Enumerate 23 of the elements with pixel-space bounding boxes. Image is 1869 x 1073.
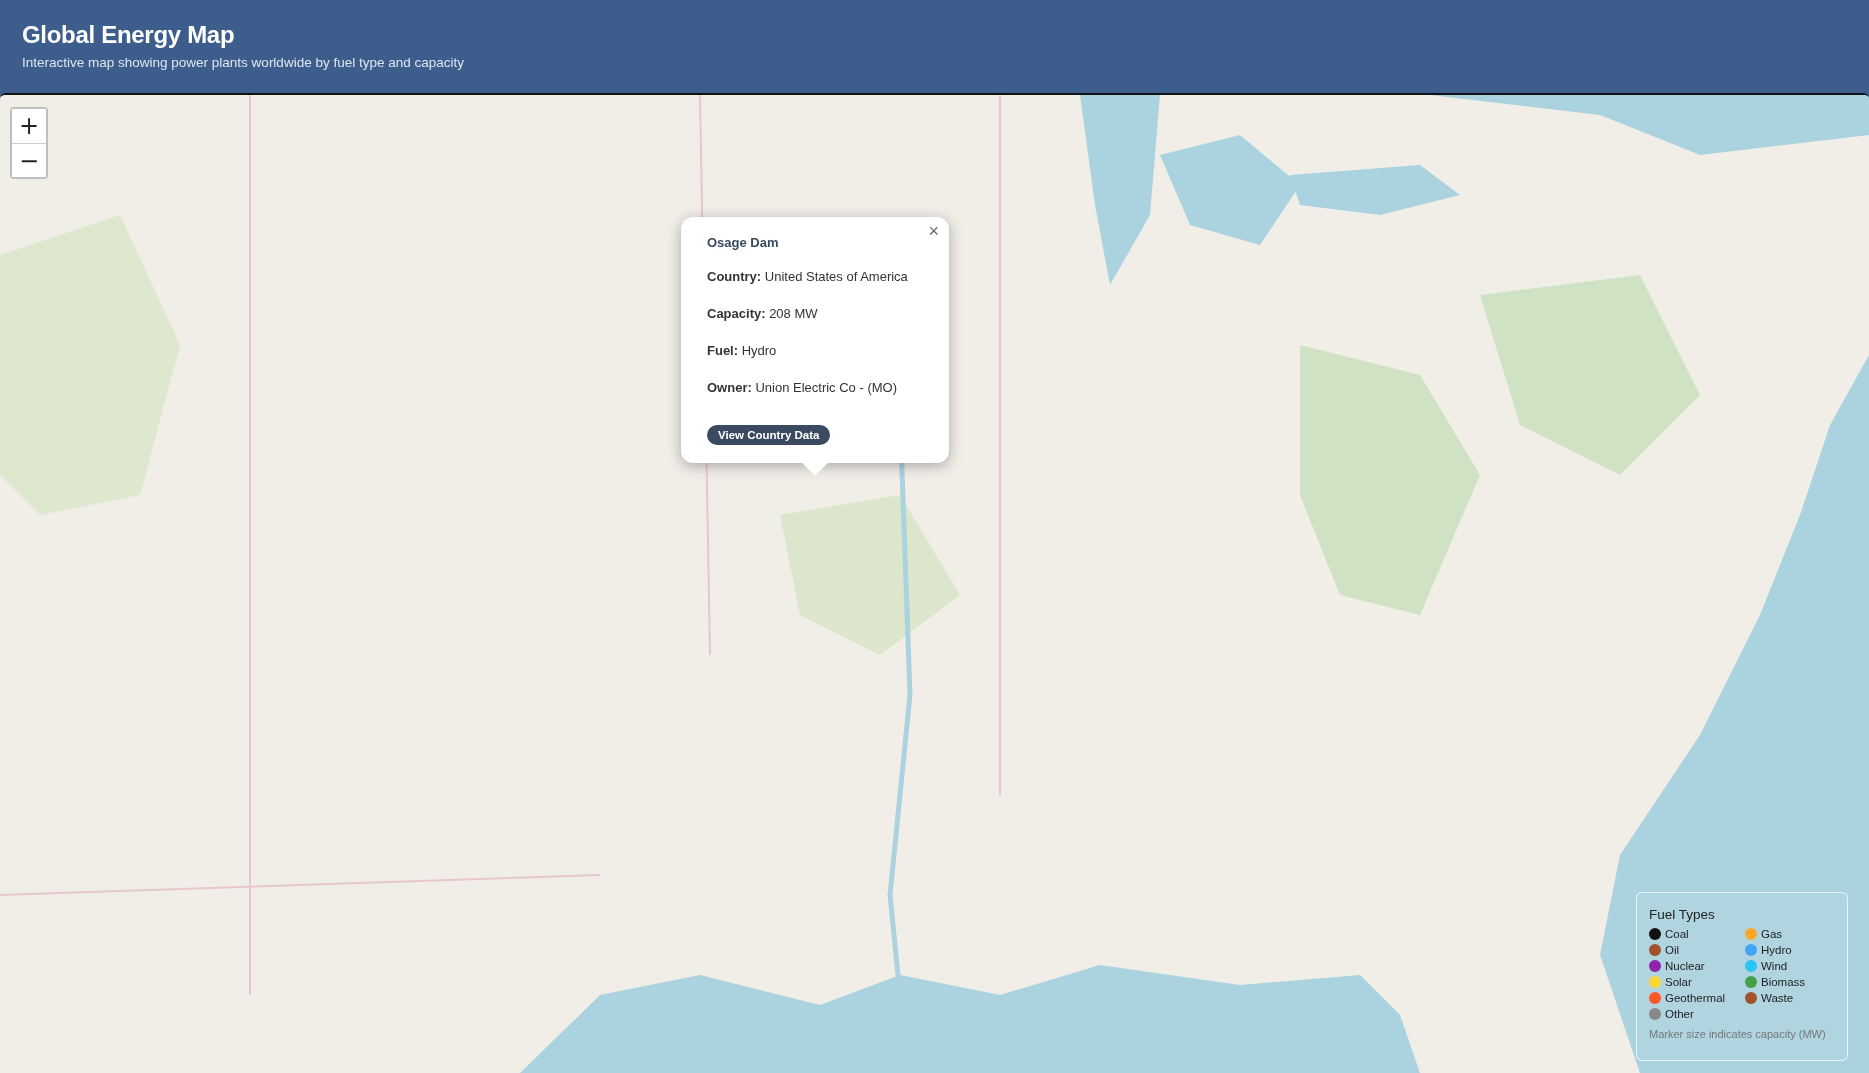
- close-button[interactable]: ×: [924, 221, 943, 241]
- legend-title: Fuel Types: [1649, 907, 1716, 922]
- popup-field: Country: United States of America: [707, 269, 923, 284]
- popup-field: Owner: Union Electric Co - (MO): [707, 380, 923, 395]
- page-title: Global Energy Map: [22, 21, 236, 49]
- legend-label: Waste: [1761, 992, 1794, 1004]
- legend-label: Coal: [1665, 928, 1689, 940]
- legend-label: Wind: [1761, 960, 1788, 972]
- popup-title: Osage Dam: [707, 235, 780, 250]
- popup-field: Fuel: Hydro: [707, 343, 923, 358]
- legend-label: Other: [1665, 1008, 1694, 1020]
- legend-label: Geothermal: [1665, 992, 1726, 1004]
- legend-label: Nuclear: [1665, 960, 1705, 972]
- page-subtitle: Interactive map showing power plants worldwide by fuel type and capacity: [22, 55, 465, 70]
- legend-note: Marker size indicates capacity (MW): [1649, 1028, 1827, 1040]
- view-country-data-button[interactable]: View Country Data: [707, 425, 831, 445]
- legend-label: Hydro: [1761, 944, 1792, 956]
- legend-label: Oil: [1665, 944, 1680, 956]
- legend-label: Gas: [1761, 928, 1783, 940]
- zoom-out-button[interactable]: −: [12, 143, 46, 177]
- legend-label: Biomass: [1761, 976, 1806, 988]
- popup-field: Capacity: 208 MW: [707, 306, 923, 321]
- legend-label: Solar: [1665, 976, 1692, 988]
